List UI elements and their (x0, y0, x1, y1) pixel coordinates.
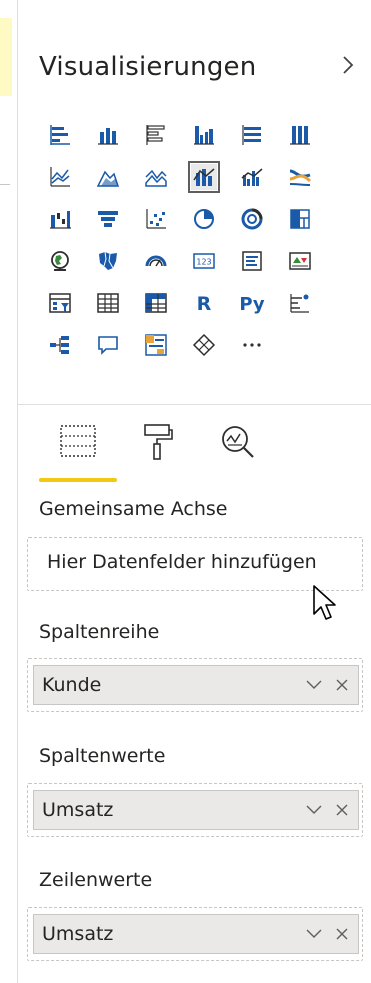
format-tab[interactable] (118, 412, 198, 482)
visual-row (36, 200, 324, 242)
analytics-tab[interactable] (198, 412, 278, 482)
shared-axis-placeholder: Hier Datenfelder hinzufügen (47, 551, 317, 573)
fields-tab[interactable] (38, 412, 118, 482)
chevron-down-icon[interactable] (302, 922, 326, 946)
stacked-bar-chart-icon[interactable] (36, 116, 84, 154)
close-icon[interactable] (330, 798, 354, 822)
map-icon[interactable] (36, 242, 84, 280)
visual-gallery: 123 R Py (36, 116, 324, 368)
canvas-highlight (0, 18, 12, 96)
column-values-well[interactable]: Umsatz (27, 783, 363, 837)
line-values-label: Zeilenwerte (39, 869, 153, 891)
canvas-edge (0, 0, 14, 983)
field-pill[interactable]: Umsatz (33, 790, 359, 830)
gauge-icon[interactable] (132, 242, 180, 280)
card-icon[interactable]: 123 (180, 242, 228, 280)
ribbon-chart-icon[interactable] (276, 158, 324, 196)
matrix-icon[interactable] (132, 284, 180, 322)
clustered-bar-chart-icon[interactable] (132, 116, 180, 154)
column-series-label: Spaltenreihe (39, 621, 160, 643)
pane-title: Visualisierungen (39, 52, 257, 82)
field-pill[interactable]: Kunde (33, 665, 359, 705)
100-stacked-column-chart-icon[interactable] (276, 116, 324, 154)
visual-row: R Py (36, 284, 324, 326)
field-pill-name: Umsatz (42, 799, 114, 821)
visualizations-pane: Visualisierungen 123 R Py Gemeinsame Ach… (17, 0, 371, 983)
clustered-column-chart-icon[interactable] (180, 116, 228, 154)
svg-text:R: R (197, 293, 212, 315)
pie-chart-icon[interactable] (180, 200, 228, 238)
python-visual-icon[interactable]: Py (228, 284, 276, 322)
close-icon[interactable] (330, 922, 354, 946)
shared-axis-label: Gemeinsame Achse (39, 498, 228, 520)
filled-map-icon[interactable] (84, 242, 132, 280)
decomposition-tree-icon[interactable] (36, 326, 84, 364)
table-icon[interactable] (84, 284, 132, 322)
gallery-divider (18, 404, 371, 405)
canvas-tick (0, 184, 10, 185)
more-visuals-icon[interactable] (228, 326, 276, 364)
column-series-well[interactable]: Kunde (27, 658, 363, 712)
kpi-icon[interactable] (276, 242, 324, 280)
area-chart-icon[interactable] (84, 158, 132, 196)
stacked-column-chart-icon[interactable] (84, 116, 132, 154)
treemap-icon[interactable] (276, 200, 324, 238)
line-chart-icon[interactable] (36, 158, 84, 196)
visual-row (36, 326, 324, 368)
mouse-pointer-icon (312, 584, 338, 628)
svg-text:Py: Py (239, 294, 265, 315)
chevron-right-icon[interactable] (336, 50, 360, 80)
r-visual-icon[interactable]: R (180, 284, 228, 322)
donut-chart-icon[interactable] (228, 200, 276, 238)
funnel-chart-icon[interactable] (84, 200, 132, 238)
100-stacked-bar-chart-icon[interactable] (228, 116, 276, 154)
pane-tabs (38, 412, 278, 482)
qa-icon[interactable] (84, 326, 132, 364)
waterfall-chart-icon[interactable] (36, 200, 84, 238)
close-icon[interactable] (330, 673, 354, 697)
visual-row (36, 116, 324, 158)
smart-narrative-icon[interactable] (132, 326, 180, 364)
analytics-icon (222, 426, 254, 458)
line-and-clustered-column-chart-icon[interactable] (228, 158, 276, 196)
field-pill-name: Kunde (42, 674, 102, 696)
chevron-down-icon[interactable] (302, 798, 326, 822)
paint-roller-icon (144, 424, 173, 460)
stacked-area-chart-icon[interactable] (132, 158, 180, 196)
column-values-label: Spaltenwerte (39, 745, 166, 767)
svg-text:123: 123 (196, 258, 211, 267)
field-pill-name: Umsatz (42, 923, 114, 945)
field-pill[interactable]: Umsatz (33, 914, 359, 954)
visual-row (36, 158, 324, 200)
line-and-stacked-column-chart-icon[interactable] (180, 158, 228, 196)
multi-row-card-icon[interactable] (228, 242, 276, 280)
line-values-well[interactable]: Umsatz (27, 907, 363, 961)
power-apps-icon[interactable] (180, 326, 228, 364)
scatter-chart-icon[interactable] (132, 200, 180, 238)
chevron-down-icon[interactable] (302, 673, 326, 697)
visual-row: 123 (36, 242, 324, 284)
shared-axis-well[interactable]: Hier Datenfelder hinzufügen (27, 537, 363, 591)
key-influencers-icon[interactable] (276, 284, 324, 322)
slicer-icon[interactable] (36, 284, 84, 322)
fields-icon (60, 425, 96, 457)
